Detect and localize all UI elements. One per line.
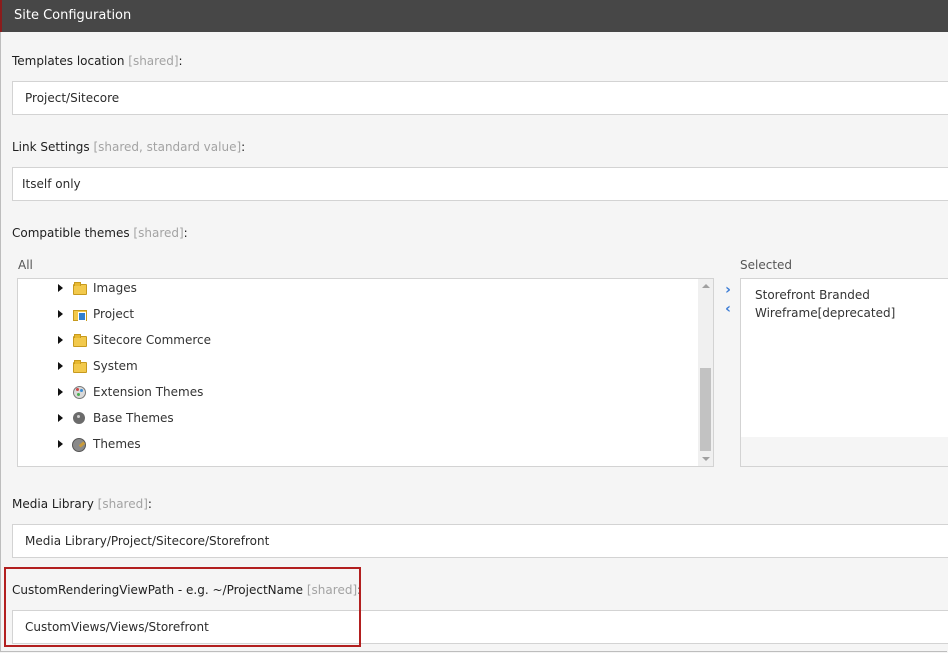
expand-arrow-icon[interactable] bbox=[58, 362, 63, 370]
section-header[interactable]: Site Configuration bbox=[0, 0, 948, 32]
selected-themes-list[interactable]: Storefront Branded Wireframe[deprecated] bbox=[740, 278, 948, 467]
link-settings-label: Link Settings [shared, standard value]: bbox=[12, 140, 246, 154]
all-list-label: All bbox=[18, 258, 33, 272]
tree-item-sitecore-commerce[interactable]: Sitecore Commerce bbox=[58, 331, 211, 349]
selected-list-label: Selected bbox=[740, 258, 793, 272]
templates-location-field[interactable]: Project/Sitecore bbox=[12, 81, 948, 115]
tree-scrollbar[interactable] bbox=[698, 279, 713, 466]
media-library-label: Media Library [shared]: bbox=[12, 497, 152, 511]
selected-list-area bbox=[741, 279, 948, 437]
selected-item-wireframe[interactable]: Wireframe[deprecated] bbox=[755, 306, 895, 320]
expand-arrow-icon[interactable] bbox=[58, 388, 63, 396]
templates-location-label: Templates location [shared]: bbox=[12, 54, 183, 68]
palette-icon bbox=[72, 385, 86, 399]
tree-item-system[interactable]: System bbox=[58, 357, 138, 375]
expand-arrow-icon[interactable] bbox=[58, 414, 63, 422]
selected-list-footer bbox=[741, 437, 948, 466]
selected-item-storefront-branded[interactable]: Storefront Branded bbox=[755, 288, 870, 302]
expand-arrow-icon[interactable] bbox=[58, 336, 63, 344]
themes-icon bbox=[72, 437, 86, 452]
tree-item-themes[interactable]: Themes bbox=[58, 435, 141, 453]
scroll-down-icon[interactable] bbox=[702, 457, 710, 461]
expand-arrow-icon[interactable] bbox=[58, 310, 63, 318]
move-left-icon[interactable]: ‹ bbox=[721, 302, 735, 316]
folder-icon bbox=[72, 281, 87, 295]
tree-item-images[interactable]: Images bbox=[58, 279, 137, 297]
tree-item-base-themes[interactable]: Base Themes bbox=[58, 409, 174, 427]
scroll-up-icon[interactable] bbox=[702, 284, 710, 288]
themes-tree[interactable]: Images Project Sitecore Commerce System … bbox=[17, 278, 714, 467]
tree-item-project[interactable]: Project bbox=[58, 305, 134, 323]
media-library-field[interactable]: Media Library/Project/Sitecore/Storefron… bbox=[12, 524, 948, 558]
highlight-annotation bbox=[4, 567, 361, 647]
folder-icon bbox=[72, 333, 87, 347]
project-folder-icon bbox=[72, 307, 87, 321]
expand-arrow-icon[interactable] bbox=[58, 440, 63, 448]
compatible-themes-label: Compatible themes [shared]: bbox=[12, 226, 188, 240]
base-palette-icon bbox=[72, 411, 86, 425]
move-right-icon[interactable]: › bbox=[721, 283, 735, 297]
folder-icon bbox=[72, 359, 87, 373]
link-settings-select[interactable]: Itself only bbox=[12, 167, 948, 201]
section-title: Site Configuration bbox=[14, 8, 132, 23]
tree-item-extension-themes[interactable]: Extension Themes bbox=[58, 383, 203, 401]
scrollbar-thumb[interactable] bbox=[700, 368, 711, 451]
expand-arrow-icon[interactable] bbox=[58, 284, 63, 292]
